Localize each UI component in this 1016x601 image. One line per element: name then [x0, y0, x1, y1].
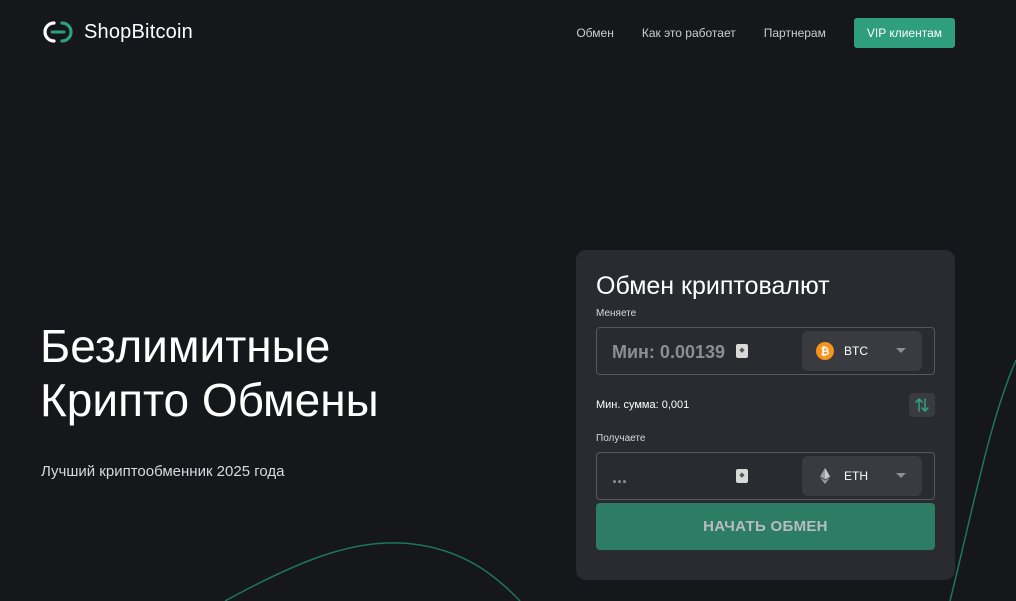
swap-button[interactable] [909, 393, 935, 417]
chain-link-logo-icon [43, 21, 73, 43]
send-currency-select[interactable]: ₿ BTC [802, 331, 922, 371]
exchange-title: Обмен криптовалют [596, 272, 830, 300]
hero-title-line-2: Крипто Обмены [40, 374, 379, 426]
min-sum-text: Мин. сумма: 0,001 [596, 399, 690, 411]
hero-subtitle: Лучший криптообменник 2025 года [41, 463, 285, 480]
brand-name: ShopBitcoin [84, 20, 193, 43]
send-field: Мин: 0.00139 ◆ ₿ BTC [596, 327, 935, 375]
nav-item-exchange[interactable]: Обмен [576, 26, 614, 40]
receive-field: ... ◆ ETH [596, 452, 935, 500]
hero-title-line-1: Безлимитные [40, 320, 331, 372]
swap-arrows-icon [915, 398, 929, 412]
logo[interactable]: ShopBitcoin [40, 19, 193, 45]
receive-stepper-icon[interactable]: ◆ [736, 469, 748, 483]
main-nav: Обмен Как это работает Партнерам VIP кли… [576, 18, 955, 48]
receive-label: Получаете [596, 433, 646, 444]
nav-item-partners[interactable]: Партнерам [764, 26, 826, 40]
chevron-down-icon [896, 348, 906, 353]
send-label: Меняете [596, 308, 637, 319]
vip-clients-button[interactable]: VIP клиентам [853, 18, 955, 48]
send-amount-input[interactable]: Мин: 0.00139 [612, 342, 725, 363]
send-currency-code: BTC [844, 344, 868, 358]
hero-title: Безлимитные Крипто Обмены [40, 319, 510, 427]
chevron-down-icon [896, 473, 906, 478]
receive-currency-select[interactable]: ETH [802, 456, 922, 496]
site-header: ShopBitcoin Обмен Как это работает Партн… [0, 0, 1016, 66]
nav-item-how-it-works[interactable]: Как это работает [642, 26, 736, 40]
receive-amount-input[interactable]: ... [612, 467, 627, 488]
receive-currency-code: ETH [844, 469, 868, 483]
send-stepper-icon[interactable]: ◆ [736, 344, 748, 358]
exchange-card: Обмен криптовалют Меняете Мин: 0.00139 ◆… [576, 250, 955, 580]
bitcoin-icon: ₿ [816, 342, 834, 360]
start-exchange-button[interactable]: НАЧАТЬ ОБМЕН [596, 503, 935, 550]
ethereum-icon [820, 468, 830, 484]
svg-text:₿: ₿ [821, 345, 830, 358]
